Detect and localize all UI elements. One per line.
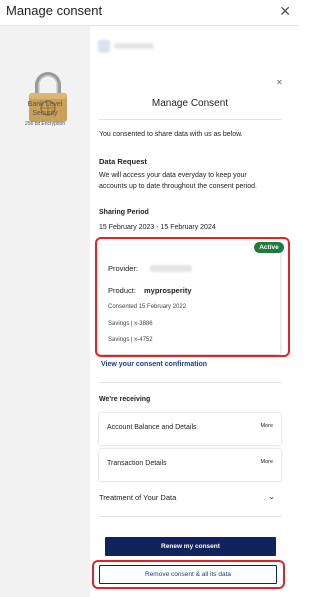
more-link[interactable]: More — [260, 459, 273, 465]
treatment-label: Treatment of Your Data — [99, 493, 177, 502]
receiving-item-account-balance[interactable]: Account Balance and Details More — [99, 413, 281, 445]
highlight-provider-box — [95, 237, 290, 357]
security-label-line1: Bank Level — [27, 101, 63, 108]
window-header: Manage consent ✕ — [0, 0, 299, 24]
provider-name-blurred — [114, 43, 154, 49]
renew-consent-button[interactable]: Renew my consent — [105, 537, 276, 556]
security-panel: Bank Level Security 256 bit Encryption — [0, 26, 90, 597]
data-request-line1: We will access your data everyday to kee… — [99, 172, 247, 179]
security-label-line2: Security — [32, 110, 58, 117]
receiving-heading: We're receiving — [99, 396, 151, 403]
encryption-label: 256 bit Encryption — [24, 121, 66, 127]
chevron-down-icon: ⌄ — [268, 492, 275, 501]
section-divider — [99, 382, 281, 383]
treatment-of-data-toggle[interactable]: Treatment of Your Data ⌄ — [99, 488, 281, 508]
provider-logo — [98, 40, 110, 53]
data-request-line2: accounts up to date throughout the conse… — [99, 183, 258, 190]
sharing-period-heading: Sharing Period — [99, 209, 149, 216]
data-request-heading: Data Request — [99, 157, 147, 166]
card-title: Manage Consent — [151, 98, 229, 109]
intro-text: You consented to share data with us as b… — [99, 131, 243, 138]
window-title: Manage consent — [6, 3, 103, 18]
receiving-item-label: Transaction Details — [107, 460, 167, 467]
card-close-icon[interactable]: ✕ — [276, 78, 283, 87]
receiving-item-label: Account Balance and Details — [107, 424, 197, 431]
treatment-divider — [99, 516, 281, 517]
title-divider — [99, 119, 281, 120]
more-link[interactable]: More — [260, 423, 273, 429]
sharing-period-value: 15 February 2023 - 15 February 2024 — [99, 224, 216, 231]
view-consent-confirmation-link[interactable]: View your consent confirmation — [101, 361, 207, 368]
receiving-item-transaction-details[interactable]: Transaction Details More — [99, 449, 281, 481]
close-icon[interactable]: ✕ — [279, 3, 291, 20]
highlight-remove-button — [92, 560, 285, 589]
